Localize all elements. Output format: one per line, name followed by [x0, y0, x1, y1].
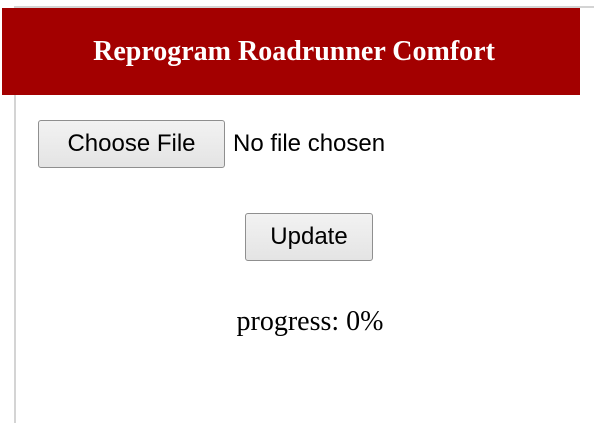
- file-status-text: No file chosen: [233, 130, 386, 157]
- choose-file-button[interactable]: Choose File: [38, 120, 225, 168]
- progress-text: progress: 0%: [236, 306, 384, 337]
- page-header: Reprogram Roadrunner Comfort: [2, 8, 580, 95]
- update-button[interactable]: Update: [245, 213, 373, 261]
- page-title: Reprogram Roadrunner Comfort: [93, 35, 495, 67]
- file-input: Choose File No file chosen: [38, 120, 385, 168]
